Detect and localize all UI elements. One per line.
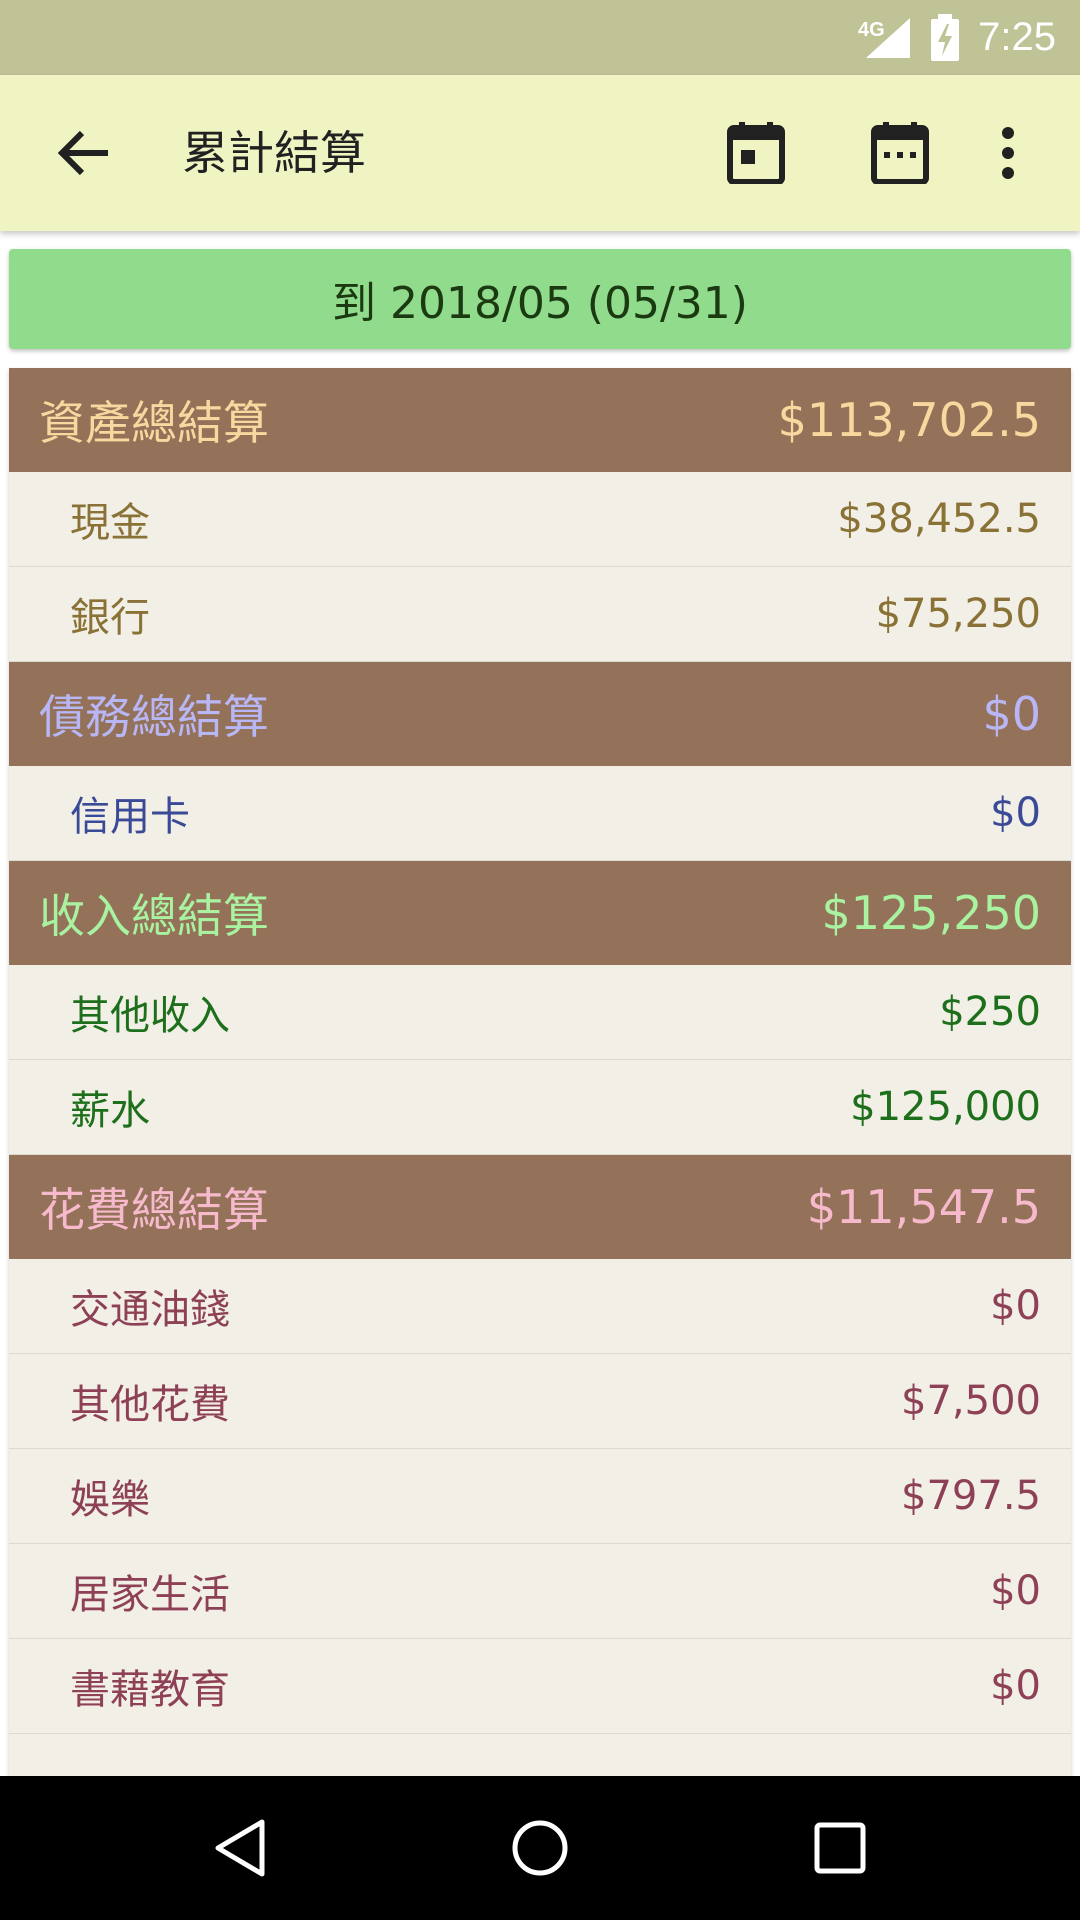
category-name: 居家生活: [70, 1572, 230, 1618]
category-amount: $0: [990, 1663, 1041, 1709]
nav-recents-icon: [814, 1822, 866, 1874]
category-row-other-income[interactable]: 其他收入 $250: [9, 965, 1071, 1060]
nav-recents-button[interactable]: [798, 1806, 882, 1890]
status-bar: 4G 7:25: [0, 0, 1080, 75]
account-amount: $38,452.5: [837, 496, 1041, 542]
category-amount: $0: [990, 1283, 1041, 1329]
list-item-partial[interactable]: [9, 1734, 1071, 1776]
status-icons: 4G 7:25: [856, 0, 1056, 75]
category-row-entertainment[interactable]: 娛樂 $797.5: [9, 1449, 1071, 1544]
category-name: 其他收入: [70, 993, 230, 1039]
category-amount: $0: [990, 1568, 1041, 1614]
more-options-button[interactable]: [972, 117, 1044, 189]
category-name: 其他花費: [70, 1382, 230, 1428]
expense-total-header[interactable]: 花費總結算 $11,547.5: [9, 1155, 1071, 1259]
category-name: 交通油錢: [70, 1287, 230, 1333]
debt-total-title: 債務總結算: [39, 690, 269, 744]
asset-total-title: 資產總結算: [39, 396, 269, 450]
category-row-salary[interactable]: 薪水 $125,000: [9, 1060, 1071, 1155]
category-row-home-living[interactable]: 居家生活 $0: [9, 1544, 1071, 1639]
nav-back-icon: [215, 1819, 265, 1877]
date-range-bar[interactable]: 到 2018/05 (05/31): [9, 249, 1071, 349]
calendar-today-icon: [727, 122, 785, 184]
account-amount: $75,250: [875, 591, 1041, 637]
asset-total-amount: $113,702.5: [777, 393, 1041, 447]
account-name: 銀行: [70, 595, 150, 641]
system-nav-bar: [0, 1776, 1080, 1920]
category-amount: $250: [939, 989, 1041, 1035]
network-type-label: 4G: [858, 19, 885, 41]
app-bar: 累計結算: [0, 75, 1080, 231]
summary-card: 資產總結算 $113,702.5 現金 $38,452.5 銀行 $75,250…: [9, 368, 1071, 1776]
account-row-credit-card[interactable]: 信用卡 $0: [9, 766, 1071, 861]
calendar-month-icon: [871, 122, 929, 184]
income-total-amount: $125,250: [821, 886, 1042, 940]
account-name: 信用卡: [70, 794, 190, 840]
income-total-header[interactable]: 收入總結算 $125,250: [9, 861, 1071, 965]
calendar-today-button[interactable]: [720, 117, 792, 189]
category-amount: $7,500: [901, 1378, 1041, 1424]
asset-total-header[interactable]: 資產總結算 $113,702.5: [9, 368, 1071, 472]
nav-home-button[interactable]: [498, 1806, 582, 1890]
cell-signal-icon: 4G: [858, 17, 911, 58]
category-amount: $125,000: [850, 1084, 1041, 1130]
page-title: 累計結算: [182, 126, 366, 180]
category-row-books-education[interactable]: 書藉教育 $0: [9, 1639, 1071, 1734]
account-amount: $0: [990, 790, 1041, 836]
income-total-title: 收入總結算: [39, 889, 269, 943]
category-row-other-expense[interactable]: 其他花費 $7,500: [9, 1354, 1071, 1449]
category-name: 薪水: [70, 1088, 150, 1134]
account-name: 現金: [70, 500, 150, 546]
status-time: 7:25: [978, 15, 1056, 59]
more-vert-icon: [1002, 127, 1014, 179]
debt-total-amount: $0: [982, 687, 1041, 741]
account-row-cash[interactable]: 現金 $38,452.5: [9, 472, 1071, 567]
arrow-back-icon: [58, 130, 108, 176]
category-name: 書藉教育: [70, 1667, 230, 1713]
nav-back-button[interactable]: [198, 1806, 282, 1890]
category-amount: $797.5: [901, 1473, 1041, 1519]
category-name: 娛樂: [70, 1477, 150, 1523]
account-row-bank[interactable]: 銀行 $75,250: [9, 567, 1071, 662]
category-row-transport[interactable]: 交通油錢 $0: [9, 1259, 1071, 1354]
calendar-month-button[interactable]: [864, 117, 936, 189]
nav-home-icon: [512, 1820, 568, 1876]
battery-charging-icon: [931, 13, 960, 61]
expense-total-amount: $11,547.5: [806, 1180, 1041, 1234]
summary-content[interactable]: 到 2018/05 (05/31) 資產總結算 $113,702.5 現金 $3…: [0, 231, 1080, 1776]
expense-total-title: 花費總結算: [39, 1183, 269, 1237]
debt-total-header[interactable]: 債務總結算 $0: [9, 662, 1071, 766]
back-button[interactable]: [54, 125, 114, 181]
